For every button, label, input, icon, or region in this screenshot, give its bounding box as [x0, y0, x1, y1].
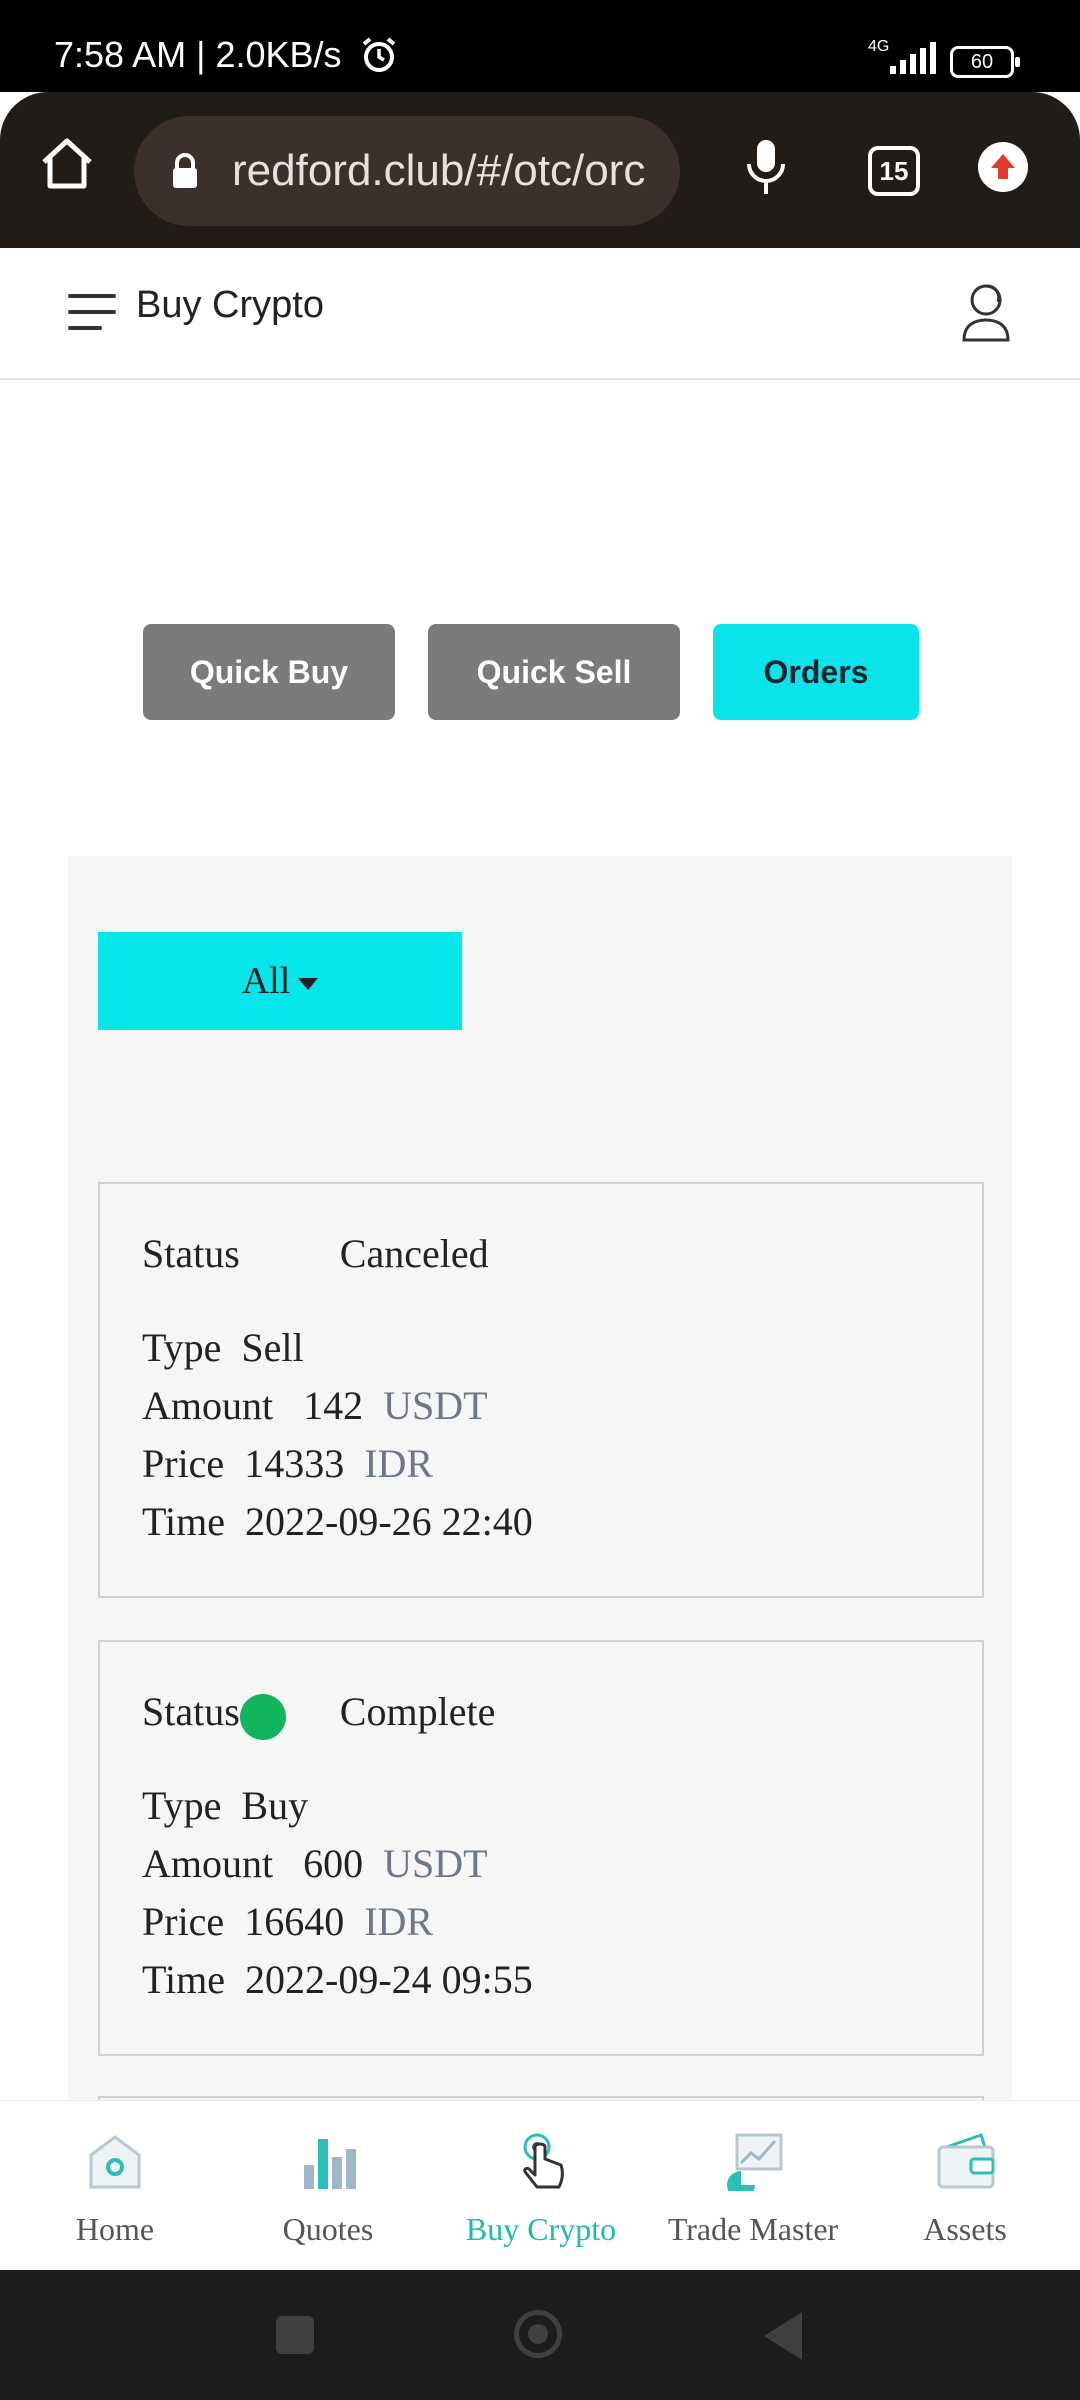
battery-indicator: 60	[950, 46, 1020, 78]
tab-quick-buy[interactable]: Quick Buy	[143, 624, 395, 720]
nav-trade-master-label: Trade Master	[667, 2211, 839, 2247]
home-icon	[89, 2135, 141, 2189]
order-filter-dropdown[interactable]: All	[98, 932, 462, 1030]
price-unit: IDR	[364, 1441, 434, 1486]
update-button[interactable]	[978, 142, 1028, 192]
back-icon[interactable]	[764, 2312, 802, 2360]
status-complete-dot	[240, 1694, 286, 1740]
nav-trade-master[interactable]: Trade Master	[645, 2101, 861, 2271]
nav-home[interactable]: Home	[7, 2101, 223, 2271]
address-bar[interactable]: redford.club/#/otc/orc	[134, 116, 680, 226]
amount-unit: USDT	[383, 1841, 488, 1886]
nav-buy-crypto[interactable]: Buy Crypto	[433, 2101, 649, 2271]
touch-hand-icon	[523, 2133, 564, 2189]
recent-apps-icon[interactable]	[276, 2316, 314, 2354]
network-type: 4G	[868, 38, 890, 55]
system-home-icon[interactable]	[514, 2310, 562, 2358]
type-label: Type	[142, 1783, 222, 1828]
page-title: Buy Crypto	[136, 284, 324, 326]
wallet-icon	[937, 2133, 995, 2189]
status-bar: 7:58 AM | 2.0KB/s 4G 60	[0, 0, 1080, 92]
amount-label: Amount	[142, 1383, 274, 1428]
time-label: Time	[142, 1499, 226, 1544]
type-label: Type	[142, 1325, 222, 1370]
tab-switcher-button[interactable]: 15	[868, 146, 920, 196]
amount-value: 600	[303, 1841, 364, 1886]
price-value: 16640	[244, 1899, 345, 1944]
nav-assets-label: Assets	[923, 2211, 1007, 2247]
amount-label: Amount	[142, 1841, 274, 1886]
microphone-icon[interactable]	[744, 138, 788, 198]
user-profile-icon[interactable]	[960, 282, 1012, 344]
time-label: Time	[142, 1957, 226, 2002]
amount-unit: USDT	[383, 1383, 488, 1428]
price-label: Price	[142, 1441, 225, 1486]
status-value: Canceled	[339, 1231, 489, 1276]
tab-orders[interactable]: Orders	[713, 624, 919, 720]
chart-bars-icon	[304, 2139, 356, 2189]
alarm-icon	[362, 37, 396, 72]
time-value: 2022-09-24 09:55	[245, 1957, 533, 2002]
nav-quotes[interactable]: Quotes	[220, 2101, 436, 2271]
time-value: 2022-09-26 22:40	[245, 1499, 533, 1544]
order-card: Status Canceled Type Sell Amount 142 USDT…	[98, 1182, 984, 1598]
lock-icon	[173, 153, 197, 188]
nav-buy-crypto-label: Buy Crypto	[465, 2211, 617, 2247]
browser-toolbar: redford.club/#/otc/orc 15	[0, 92, 1080, 248]
nav-assets[interactable]: Assets	[857, 2101, 1073, 2271]
price-label: Price	[142, 1899, 225, 1944]
order-card: Status Complete Type Buy Amount 600 USDT …	[98, 1640, 984, 2056]
price-unit: IDR	[364, 1899, 434, 1944]
filter-selected-label: All	[241, 960, 291, 1002]
tab-quick-sell[interactable]: Quick Sell	[428, 624, 680, 720]
signal-icon	[890, 42, 936, 74]
caret-down-icon	[298, 978, 319, 991]
status-label: Status	[142, 1231, 240, 1276]
system-navigation-bar	[0, 2270, 1080, 2400]
status-time: 7:58 AM | 2.0KB/s	[54, 34, 342, 75]
url-text: redford.club/#/otc/orc	[232, 146, 646, 195]
menu-icon[interactable]	[68, 294, 116, 334]
browser-home-icon[interactable]	[38, 136, 96, 192]
orders-panel: All Status Canceled Type Sell Amount 142 …	[68, 856, 1012, 2118]
update-arrow-icon	[991, 154, 1015, 179]
type-value: Sell	[241, 1325, 304, 1370]
status-value: Complete	[339, 1689, 496, 1734]
status-label: Status	[142, 1689, 240, 1734]
price-value: 14333	[244, 1441, 345, 1486]
nav-quotes-label: Quotes	[282, 2211, 374, 2247]
bottom-navigation: Home Quotes Buy Crypto Trade Master Asse…	[0, 2100, 1080, 2271]
app-header: Buy Crypto	[0, 248, 1080, 380]
trade-chart-icon	[727, 2133, 783, 2191]
amount-value: 142	[303, 1383, 364, 1428]
type-value: Buy	[241, 1783, 309, 1828]
nav-home-label: Home	[75, 2211, 155, 2247]
